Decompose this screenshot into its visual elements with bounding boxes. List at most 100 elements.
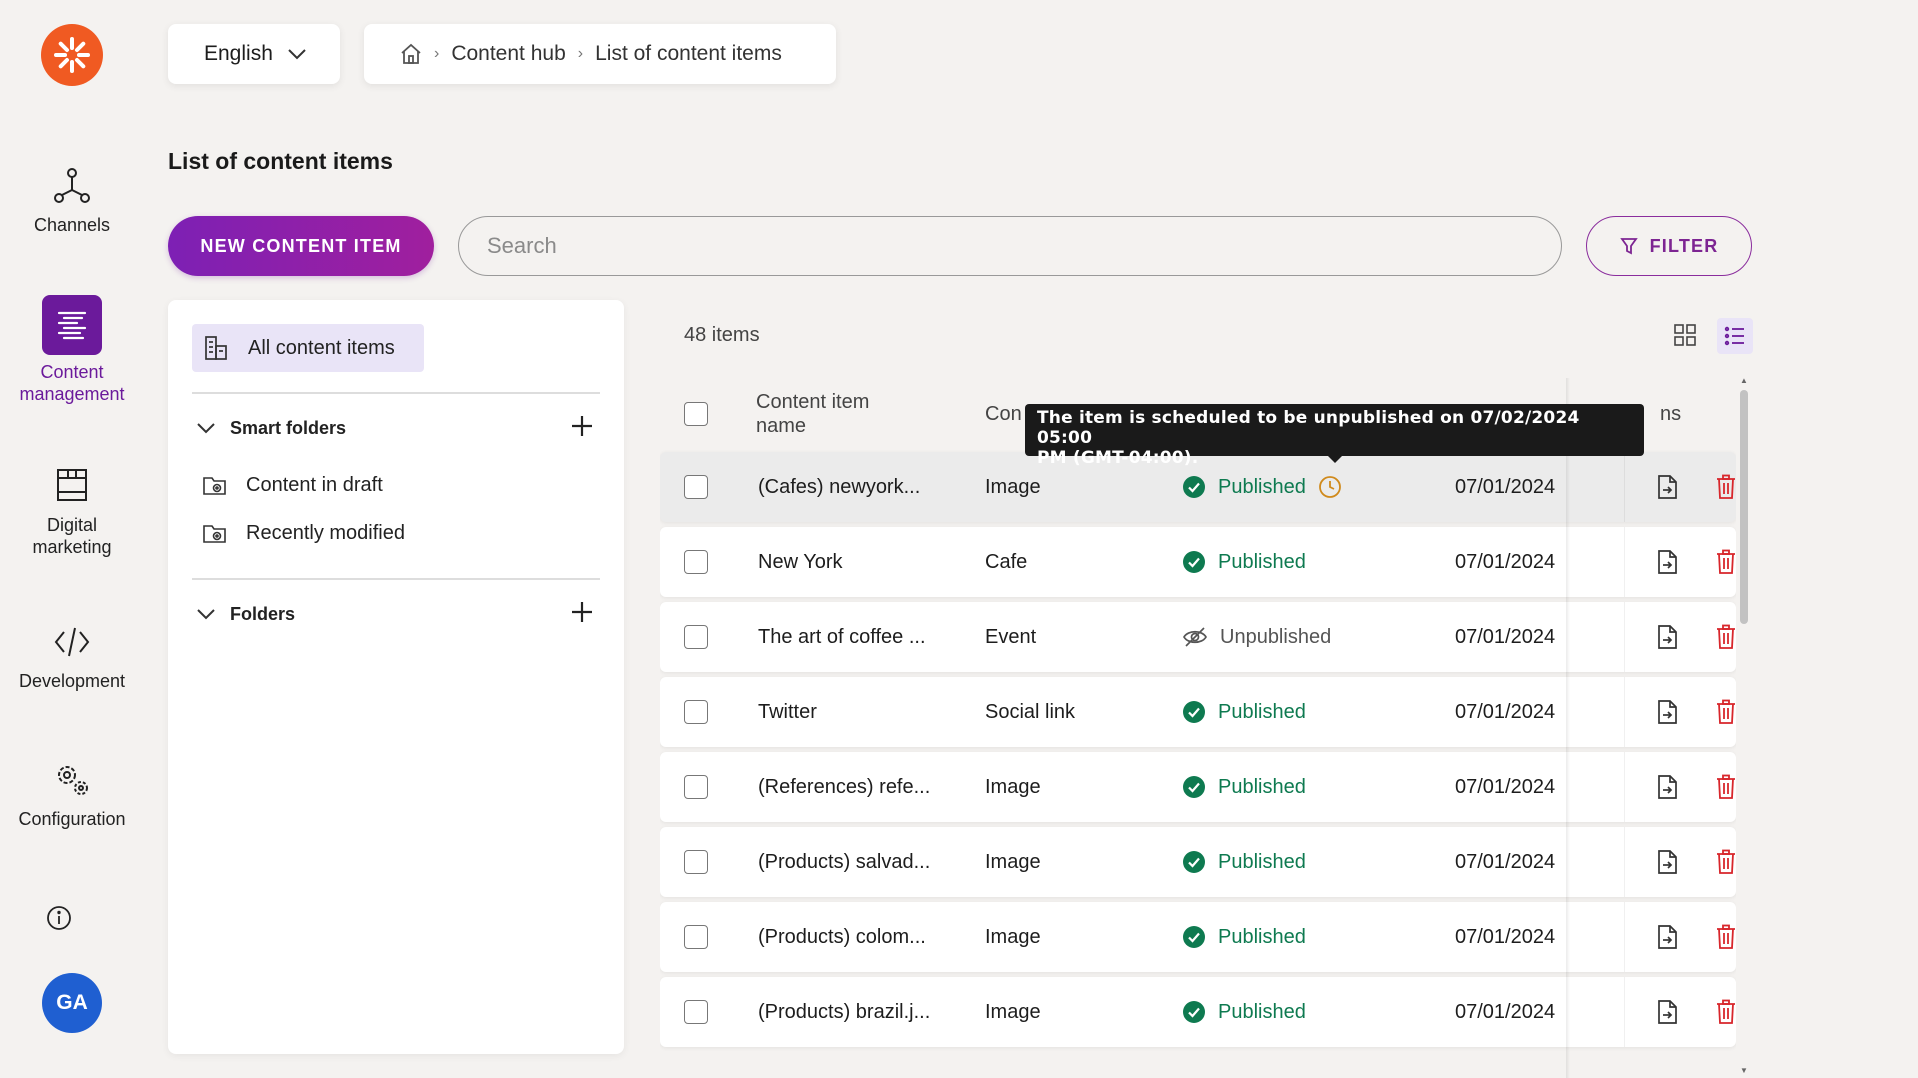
row-name: (Cafes) newyork... [758, 475, 921, 498]
scrollbar-thumb[interactable] [1740, 390, 1748, 624]
row-actions [1624, 602, 1736, 672]
table-row[interactable]: (Products) salvad... Image Published 07/01/… [660, 827, 1736, 897]
smart-folder-item[interactable]: Content in draft [202, 472, 383, 498]
check-circle-icon [1183, 476, 1205, 498]
home-icon[interactable] [400, 43, 422, 65]
eye-off-icon [1183, 627, 1207, 647]
row-type: Social link [985, 700, 1076, 723]
scroll-down-arrow[interactable]: ▼ [1738, 1066, 1750, 1076]
language-selector[interactable]: English [168, 24, 340, 84]
add-folder-icon[interactable] [570, 600, 594, 624]
row-checkbox[interactable] [684, 850, 708, 874]
row-date: 07/01/2024 [1455, 775, 1556, 798]
nav-configuration[interactable]: Configuration [0, 760, 144, 830]
add-smart-folder-icon[interactable] [570, 414, 594, 438]
row-type: Event [985, 625, 1037, 648]
column-header-type[interactable]: Con [985, 402, 1022, 426]
table-row[interactable]: The art of coffee ... Event Unpublished 07/… [660, 602, 1736, 672]
nav-channels[interactable]: Channels [0, 166, 144, 236]
row-checkbox[interactable] [684, 625, 708, 649]
row-checkbox[interactable] [684, 700, 708, 724]
code-icon [54, 627, 90, 657]
building-icon [205, 336, 227, 360]
nav-development[interactable]: Development [0, 622, 144, 692]
chevron-down-icon[interactable] [196, 608, 216, 620]
column-header-name[interactable]: Content item name [756, 390, 869, 438]
delete-icon[interactable] [1715, 774, 1736, 800]
row-actions [1624, 752, 1736, 822]
column-header-name-line2: name [756, 415, 807, 437]
folder-panel: All content items Smart folders Content … [168, 300, 624, 1054]
clock-icon[interactable] [1318, 475, 1342, 499]
row-status: Unpublished [1182, 602, 1331, 672]
breadcrumb: › Content hub › List of content items [364, 24, 836, 84]
app-logo[interactable] [41, 24, 103, 86]
scrollbar[interactable]: ▲ ▼ [1738, 374, 1750, 1078]
delete-icon[interactable] [1715, 849, 1736, 875]
row-status-label: Published [1218, 1000, 1306, 1023]
row-status: Published [1182, 977, 1306, 1047]
content-management-icon [57, 311, 87, 340]
edit-document-icon[interactable] [1655, 924, 1679, 950]
delete-icon[interactable] [1715, 474, 1736, 500]
breadcrumb-content-hub[interactable]: Content hub [451, 42, 565, 66]
row-status-label: Published [1218, 700, 1306, 723]
language-selected: English [204, 42, 273, 65]
row-date: 07/01/2024 [1455, 925, 1556, 948]
row-type: Image [985, 1000, 1041, 1023]
delete-icon[interactable] [1715, 624, 1736, 650]
nav-channels-label: Channels [33, 215, 111, 235]
new-content-item-button[interactable]: NEW CONTENT ITEM [168, 216, 434, 276]
delete-icon[interactable] [1715, 999, 1736, 1025]
divider [192, 392, 600, 394]
row-status: Published [1182, 752, 1306, 822]
smart-folders-label: Smart folders [230, 417, 347, 438]
content-list: (Cafes) newyork... Image Published 07/01/20… [660, 450, 1736, 1078]
nav-digital-marketing[interactable]: Digital marketing [0, 466, 144, 558]
edit-document-icon[interactable] [1655, 624, 1679, 650]
edit-document-icon[interactable] [1655, 549, 1679, 575]
table-row[interactable]: (References) refe... Image Published 07/01/… [660, 752, 1736, 822]
divider [192, 578, 600, 580]
edit-document-icon[interactable] [1655, 999, 1679, 1025]
breadcrumb-current: List of content items [595, 42, 782, 65]
chevron-down-icon[interactable] [196, 422, 216, 434]
select-all-checkbox[interactable] [684, 402, 708, 426]
table-row[interactable]: Twitter Social link Published 07/01/2024 [660, 677, 1736, 747]
edit-document-icon[interactable] [1655, 774, 1679, 800]
row-checkbox[interactable] [684, 775, 708, 799]
delete-icon[interactable] [1715, 924, 1736, 950]
user-avatar[interactable]: GA [42, 973, 102, 1033]
breadcrumb-separator-icon: › [434, 45, 440, 62]
scroll-up-arrow[interactable]: ▲ [1738, 376, 1750, 386]
table-row[interactable]: (Products) brazil.j... Image Published 07/0… [660, 977, 1736, 1047]
sticky-column-shadow [1566, 378, 1570, 1078]
folders-label: Folders [230, 603, 296, 624]
table-row[interactable]: New York Cafe Published 07/01/2024 [660, 527, 1736, 597]
row-checkbox[interactable] [684, 550, 708, 574]
search-input[interactable] [458, 216, 1562, 276]
list-view-button[interactable] [1717, 318, 1753, 354]
delete-icon[interactable] [1715, 549, 1736, 575]
row-checkbox[interactable] [684, 925, 708, 949]
grid-view-icon[interactable] [1672, 322, 1698, 348]
filter-button[interactable]: FILTER [1586, 216, 1752, 276]
check-circle-icon [1183, 926, 1205, 948]
nav-digital-marketing-label-2: marketing [32, 537, 112, 557]
row-name: The art of coffee ... [758, 625, 926, 648]
nav-content-management-label-1: Content [40, 362, 104, 382]
table-row[interactable]: (Products) colom... Image Published 07/01/2… [660, 902, 1736, 972]
smart-folder-icon [203, 477, 226, 495]
edit-document-icon[interactable] [1655, 699, 1679, 725]
edit-document-icon[interactable] [1655, 474, 1679, 500]
row-name: (Products) brazil.j... [758, 1000, 931, 1023]
edit-document-icon[interactable] [1655, 849, 1679, 875]
smart-folder-item[interactable]: Recently modified [202, 520, 405, 546]
row-checkbox[interactable] [684, 475, 708, 499]
info-icon[interactable] [46, 905, 72, 931]
row-checkbox[interactable] [684, 1000, 708, 1024]
delete-icon[interactable] [1715, 699, 1736, 725]
smart-folder-icon [203, 525, 226, 543]
all-content-items[interactable]: All content items [192, 324, 424, 372]
nav-content-management[interactable]: Content management [0, 295, 144, 405]
